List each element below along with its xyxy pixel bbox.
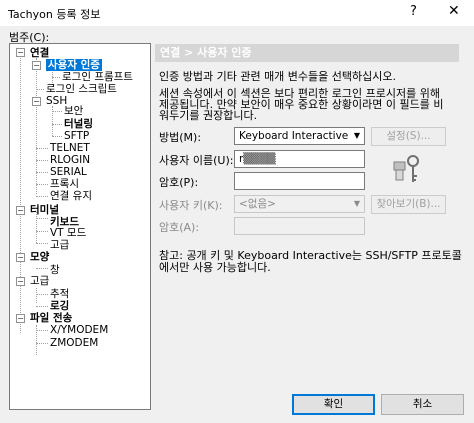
- collapse-icon[interactable]: −: [16, 277, 25, 286]
- tree-item-tunneling[interactable]: 터널링: [64, 118, 93, 130]
- help-icon[interactable]: ?: [410, 4, 417, 19]
- tree-item-security[interactable]: 보안: [64, 105, 83, 117]
- tree-line: [36, 231, 48, 232]
- tree-line: [36, 184, 48, 185]
- tree-item-keepalive[interactable]: 연결 유지: [50, 190, 92, 202]
- tree-line: [36, 288, 37, 303]
- tree-line: [36, 343, 48, 344]
- tree-line: [36, 243, 48, 244]
- collapse-icon[interactable]: −: [32, 97, 41, 106]
- passphrase-field[interactable]: [234, 217, 365, 235]
- tree-item-serial[interactable]: SERIAL: [50, 166, 87, 178]
- tree-line: [36, 160, 48, 161]
- note-text-2: 에서만 사용 가능합니다.: [159, 261, 271, 274]
- collapse-icon[interactable]: −: [16, 314, 25, 323]
- tree-item-login-prompt[interactable]: 로그인 프롬프트: [62, 71, 133, 83]
- intro-text: 인증 방법과 기타 관련 매개 변수들을 선택하십시오.: [159, 70, 396, 83]
- tree-line: [52, 111, 62, 112]
- tree-line: [20, 58, 21, 333]
- tree-line: [36, 172, 48, 173]
- tree-item-trace[interactable]: 추적: [50, 288, 69, 300]
- username-label: 사용자 이름(U):: [159, 154, 234, 167]
- tree-line: [36, 268, 48, 269]
- tree-item-login-script[interactable]: 로그인 스크립트: [46, 83, 117, 95]
- warning-text-3: 워두기를 권장합니다.: [159, 109, 258, 122]
- passphrase-label: 암호(A):: [159, 221, 200, 234]
- method-label: 방법(M):: [159, 131, 202, 144]
- tree-item-file-transfer[interactable]: 파일 전송: [30, 312, 72, 324]
- browse-button[interactable]: 찾아보기(B)...: [371, 195, 446, 214]
- tree-line: [52, 136, 62, 137]
- tree-line: [36, 148, 48, 149]
- username-field[interactable]: r▒▒▒▒: [234, 150, 365, 168]
- collapse-icon[interactable]: −: [16, 48, 25, 57]
- tree-line: [36, 212, 37, 243]
- tree-item-xymodem[interactable]: X/YMODEM: [50, 324, 108, 336]
- tree-line: [36, 58, 37, 194]
- tree-line: [36, 196, 48, 197]
- tree-line: [36, 330, 48, 331]
- tree-line: [36, 306, 48, 307]
- settings-button[interactable]: 설정(S)...: [371, 127, 446, 146]
- tree-item-vt-mode[interactable]: VT 모드: [50, 227, 86, 239]
- userkey-value: <없음>: [239, 198, 276, 210]
- window-title: Tachyon 등록 정보: [8, 8, 101, 21]
- cancel-button[interactable]: 취소: [381, 394, 464, 415]
- panel-breadcrumb: 연결 > 사용자 인증: [155, 44, 459, 62]
- tree-item-proxy[interactable]: 프록시: [50, 178, 79, 190]
- tree-item-logging[interactable]: 로깅: [50, 300, 69, 312]
- tree-item-sftp[interactable]: SFTP: [64, 130, 89, 142]
- tree-item-window[interactable]: 창: [50, 264, 60, 276]
- tree-item-terminal[interactable]: 터미널: [30, 204, 59, 216]
- category-tree[interactable]: − − − − − − − 연결 사용자 인증 로그인 프롬프트 로그인 스크립…: [9, 43, 151, 410]
- collapse-icon[interactable]: −: [16, 253, 25, 262]
- tree-item-user-auth[interactable]: 사용자 인증: [46, 59, 102, 71]
- tree-item-appearance[interactable]: 모양: [30, 251, 49, 263]
- key-icon: [392, 152, 422, 186]
- tree-line: [52, 77, 60, 78]
- chevron-down-icon: ▼: [353, 131, 360, 140]
- tree-item-advanced[interactable]: 고급: [30, 275, 49, 287]
- password-field[interactable]: [234, 172, 365, 190]
- method-value: Keyboard Interactive: [239, 130, 349, 142]
- collapse-icon[interactable]: −: [16, 206, 25, 215]
- tree-line: [52, 124, 62, 125]
- tree-line: [36, 218, 48, 219]
- tree-line: [36, 89, 44, 90]
- tree-item-zmodem[interactable]: ZMODEM: [50, 337, 98, 349]
- password-label: 암호(P):: [159, 176, 199, 189]
- tree-item-terminal-advanced[interactable]: 고급: [50, 239, 69, 251]
- userkey-label: 사용자 키(K):: [159, 199, 223, 212]
- tree-line: [36, 294, 48, 295]
- ok-button[interactable]: 확인: [292, 394, 375, 415]
- collapse-icon[interactable]: −: [32, 61, 41, 70]
- method-select[interactable]: Keyboard Interactive ▼: [234, 127, 365, 145]
- tree-item-connection[interactable]: 연결: [30, 47, 49, 59]
- title-bar: Tachyon 등록 정보 ? ✕: [0, 0, 474, 26]
- tree-item-telnet[interactable]: TELNET: [50, 142, 90, 154]
- userkey-select[interactable]: <없음> ▼: [234, 195, 365, 213]
- tree-item-rlogin[interactable]: RLOGIN: [50, 154, 90, 166]
- close-icon[interactable]: ✕: [448, 3, 460, 19]
- chevron-down-icon: ▼: [353, 199, 360, 208]
